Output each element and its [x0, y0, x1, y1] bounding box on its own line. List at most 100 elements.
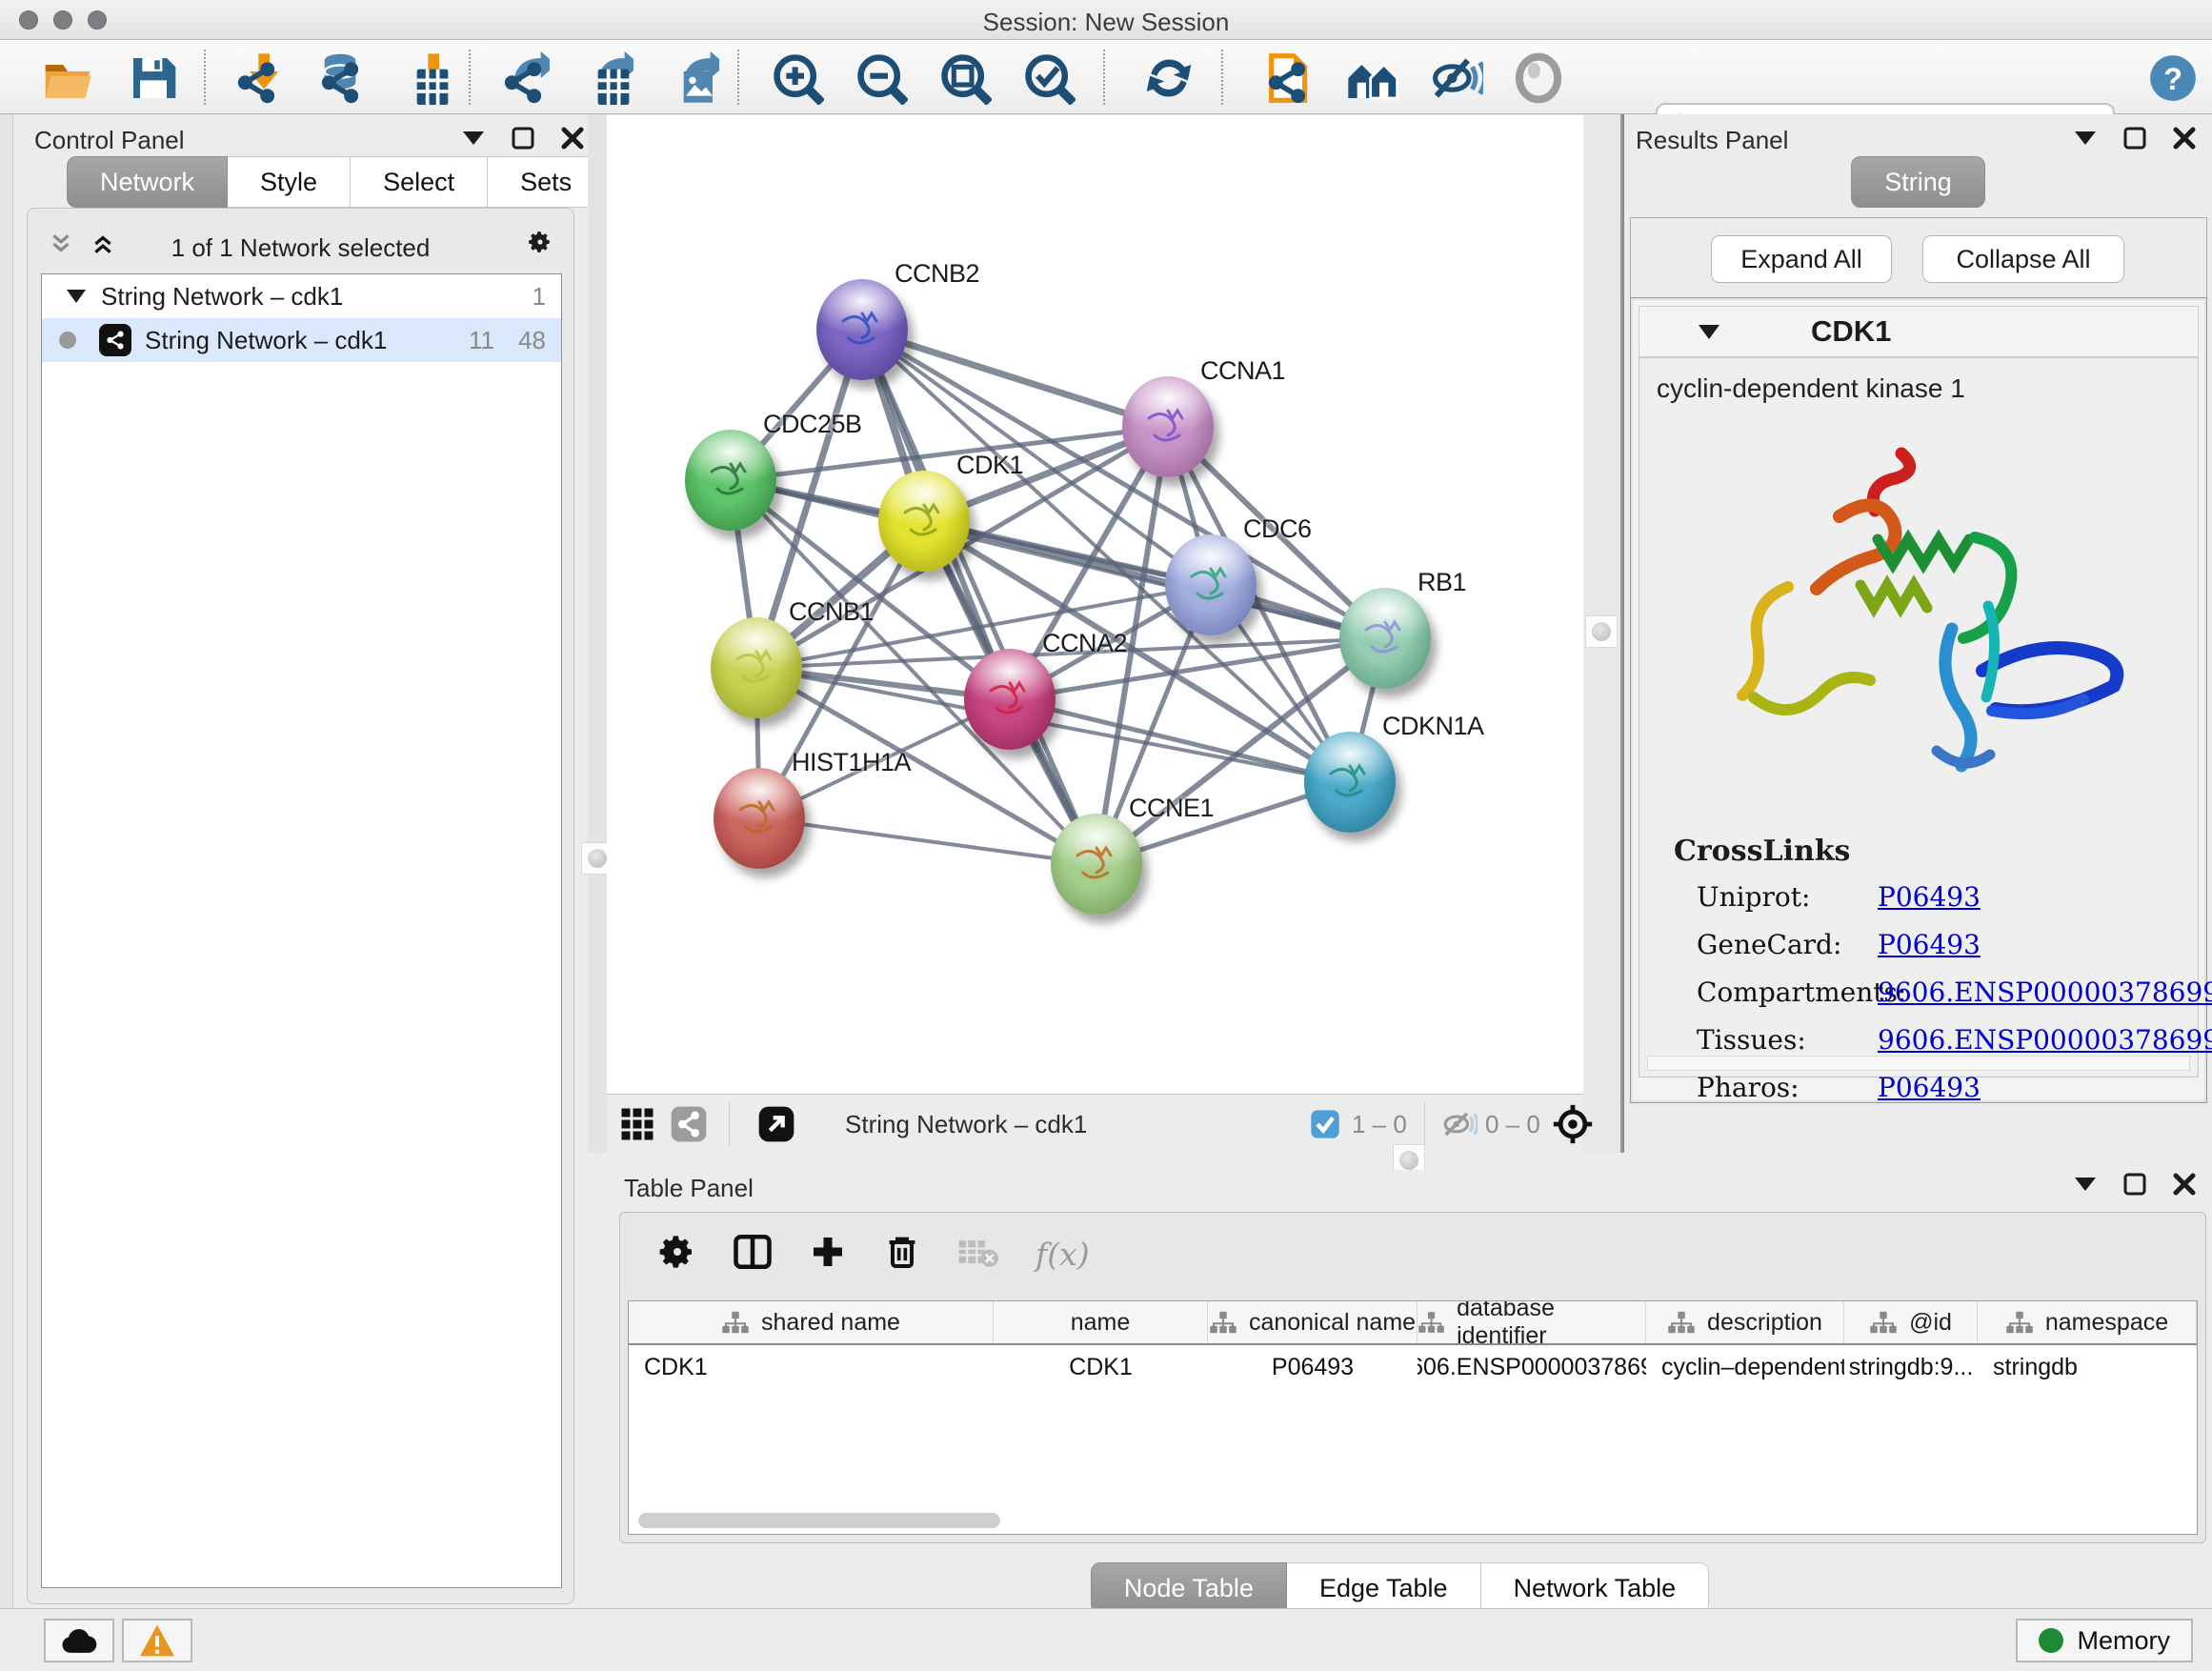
hide-selected-button[interactable] — [1429, 50, 1484, 106]
float-panel-icon[interactable] — [2122, 126, 2147, 151]
crosslink-link[interactable]: P06493 — [1878, 929, 1981, 960]
edge-CCNB2-CCNE1[interactable] — [862, 330, 1096, 864]
column-header--id[interactable]: @id — [1844, 1301, 1978, 1343]
node-CCNE1[interactable] — [1051, 814, 1142, 915]
node-CDK1[interactable] — [878, 471, 970, 572]
crosslink-link[interactable]: P06493 — [1878, 1072, 1981, 1103]
edge-CDK1-RB1[interactable] — [924, 521, 1385, 638]
column-header-namespace[interactable]: namespace — [1978, 1301, 2197, 1343]
warning-button[interactable] — [122, 1619, 192, 1662]
right-splitter-grip[interactable] — [1585, 615, 1618, 648]
column-header-database-identifier[interactable]: database identifier — [1418, 1301, 1646, 1343]
table-hscrollbar-thumb[interactable] — [638, 1513, 1000, 1528]
results-panel: Results Panel String Expand All Collapse… — [1622, 114, 2212, 1153]
export-table-button[interactable] — [579, 50, 634, 106]
table-settings-gear-icon[interactable] — [658, 1233, 696, 1276]
node-HIST1H1A[interactable] — [714, 768, 805, 869]
cell[interactable]: stringdb:9... — [1844, 1345, 1978, 1389]
crosslink-link[interactable]: 9606.ENSP00000378699 — [1878, 1024, 2212, 1056]
cell[interactable]: cyclin–dependent ... — [1646, 1345, 1844, 1389]
gene-section-header[interactable]: CDK1 — [1639, 306, 2199, 357]
tab-node-table[interactable]: Node Table — [1091, 1562, 1287, 1614]
cloud-button[interactable] — [44, 1619, 114, 1662]
first-neighbors-button[interactable] — [1345, 50, 1400, 106]
collapse-all-button[interactable]: Collapse All — [1922, 235, 2124, 283]
tree-expand-icon[interactable] — [67, 290, 86, 303]
cell[interactable]: P06493 — [1208, 1345, 1418, 1389]
cell[interactable]: stringdb — [1978, 1345, 2197, 1389]
close-panel-icon[interactable] — [2172, 1172, 2197, 1197]
protein-ribbon-icon — [981, 674, 1038, 727]
grid-view-button[interactable] — [620, 1095, 654, 1154]
table-row[interactable]: CDK1CDK1P064939606.ENSP00000378699cyclin… — [629, 1345, 2197, 1389]
delete-column-trash-icon[interactable] — [883, 1233, 921, 1276]
show-columns-icon[interactable] — [733, 1232, 773, 1277]
node-CDKN1A[interactable] — [1304, 732, 1396, 833]
detach-view-button[interactable] — [757, 1095, 795, 1154]
collapse-panel-icon[interactable] — [2073, 126, 2098, 151]
import-network-database-button[interactable] — [312, 50, 368, 106]
zoom-selected-button[interactable] — [1021, 50, 1076, 106]
network-row[interactable]: String Network – cdk1 11 48 — [42, 318, 561, 362]
column-header-name[interactable]: name — [994, 1301, 1208, 1343]
float-panel-icon[interactable] — [511, 126, 535, 151]
section-collapse-icon[interactable] — [1699, 325, 1719, 339]
export-network-button[interactable] — [495, 50, 551, 106]
node-table[interactable]: shared namenamecanonical namedatabase id… — [628, 1300, 2198, 1535]
crosslink-link[interactable]: P06493 — [1878, 881, 1981, 913]
collapse-panel-icon[interactable] — [461, 126, 486, 151]
tab-network-table[interactable]: Network Table — [1481, 1562, 1710, 1614]
tab-edge-table[interactable]: Edge Table — [1287, 1562, 1481, 1614]
column-header-description[interactable]: description — [1646, 1301, 1844, 1343]
expand-all-button[interactable]: Expand All — [1711, 235, 1892, 283]
open-session-button[interactable] — [40, 50, 95, 106]
edge-CCNB2-CCNA1[interactable] — [862, 330, 1168, 427]
node-CDC25B[interactable] — [685, 430, 776, 531]
add-column-icon[interactable] — [809, 1233, 847, 1276]
network-collection-row[interactable]: String Network – cdk1 1 — [42, 274, 561, 318]
edge-HIST1H1A-CCNE1[interactable] — [759, 818, 1096, 864]
right-splitter[interactable] — [1583, 114, 1622, 1153]
cell[interactable]: 9606.ENSP00000378699 — [1418, 1345, 1646, 1389]
cell[interactable]: CDK1 — [629, 1345, 994, 1389]
node-CCNB1[interactable] — [711, 617, 802, 718]
horizontal-splitter[interactable] — [588, 1153, 2212, 1170]
network-view-button[interactable] — [670, 1095, 708, 1154]
zoom-out-button[interactable] — [854, 50, 909, 106]
node-CCNA2[interactable] — [964, 649, 1056, 750]
left-splitter[interactable] — [588, 114, 607, 1153]
birdseye-toggle-icon[interactable] — [1552, 1095, 1594, 1154]
network-canvas[interactable]: CCNB2 CCNA1 CDC25B CDK1 CDC6 RB1 — [607, 115, 1583, 1094]
refresh-button[interactable] — [1141, 50, 1196, 106]
memory-button[interactable]: Memory — [2016, 1619, 2193, 1662]
zoom-in-button[interactable] — [770, 50, 825, 106]
collapse-panel-icon[interactable] — [2073, 1172, 2098, 1197]
column-header-shared-name[interactable]: shared name — [629, 1301, 994, 1343]
node-RB1[interactable] — [1339, 588, 1431, 689]
node-CDC6[interactable] — [1165, 534, 1257, 635]
float-panel-icon[interactable] — [2122, 1172, 2147, 1197]
tab-select[interactable]: Select — [351, 156, 488, 208]
network-from-file-button[interactable] — [1259, 50, 1315, 106]
column-header-canonical-name[interactable]: canonical name — [1208, 1301, 1418, 1343]
tab-network[interactable]: Network — [67, 156, 228, 208]
crosslink-link[interactable]: 9606.ENSP00000378699 — [1878, 976, 2212, 1008]
network-options-gear-icon[interactable] — [528, 230, 553, 254]
tab-string[interactable]: String — [1851, 156, 1985, 208]
results-hscrollbar[interactable] — [1647, 1056, 2190, 1071]
cell[interactable]: CDK1 — [994, 1345, 1208, 1389]
node-CCNA1[interactable] — [1122, 376, 1214, 477]
node-CCNB2[interactable] — [816, 279, 908, 380]
zoom-fit-button[interactable] — [937, 50, 993, 106]
selected-checkbox-icon[interactable] — [1310, 1095, 1340, 1154]
tab-style[interactable]: Style — [228, 156, 351, 208]
help-button[interactable]: ? — [2145, 50, 2201, 106]
save-session-button[interactable] — [126, 50, 181, 106]
export-image-button[interactable] — [665, 50, 720, 106]
close-panel-icon[interactable] — [560, 126, 585, 151]
column-label: database identifier — [1457, 1300, 1645, 1350]
import-network-file-button[interactable] — [229, 50, 284, 106]
import-table-button[interactable] — [398, 50, 453, 106]
close-panel-icon[interactable] — [2172, 126, 2197, 151]
collection-label: String Network – cdk1 — [101, 282, 343, 312]
